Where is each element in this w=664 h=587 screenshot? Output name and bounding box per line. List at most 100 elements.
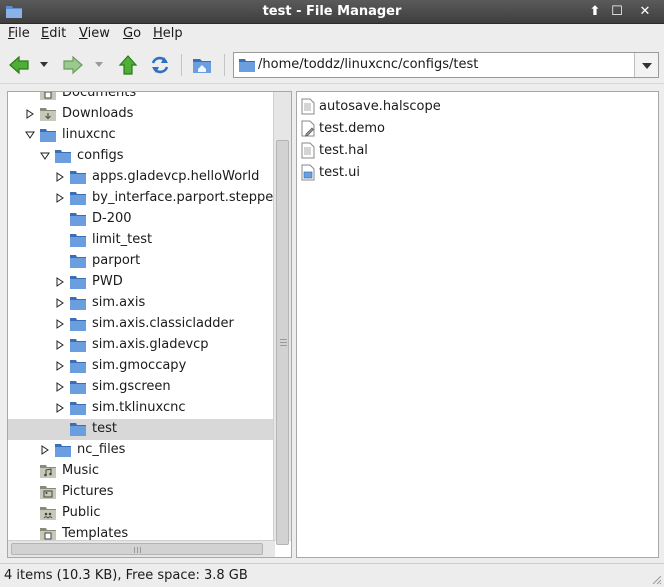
file-list[interactable]: autosave.halscope test.demo test.hal test.u… — [296, 91, 659, 558]
menu-bar: File Edit View Go Help — [0, 24, 664, 46]
toolbar-separator — [224, 54, 225, 76]
file-name: test.demo — [319, 121, 385, 136]
tree-item[interactable]: D-200 — [8, 209, 274, 230]
tree-item[interactable]: sim.axis.gladevcp — [8, 335, 274, 356]
tree-item[interactable]: sim.axis — [8, 293, 274, 314]
tree-item[interactable]: sim.axis.classicladder — [8, 314, 274, 335]
tree-item[interactable]: Public — [8, 503, 274, 524]
back-arrow-icon[interactable] — [8, 54, 30, 76]
documents-folder-icon — [40, 92, 56, 100]
collapsed-arrow-icon[interactable] — [40, 445, 50, 455]
tree-item-label: Pictures — [62, 484, 114, 499]
maximize-button[interactable]: ☐ — [608, 3, 626, 21]
title-bar: test - File Manager ⬆ ☐ ✕ — [0, 0, 664, 24]
menu-file[interactable]: File — [8, 26, 30, 41]
menu-go[interactable]: Go — [123, 26, 141, 41]
folder-icon — [70, 191, 86, 205]
tree-item-label: parport — [92, 253, 141, 268]
home-folder-icon[interactable] — [191, 54, 213, 76]
tree-item[interactable]: apps.gladevcp.helloWorld — [8, 167, 274, 188]
tree-item-label: test — [92, 421, 117, 436]
tree-item-label: apps.gladevcp.helloWorld — [92, 169, 260, 184]
forward-arrow-icon[interactable] — [62, 54, 84, 76]
collapsed-arrow-icon[interactable] — [55, 193, 65, 203]
public-folder-icon — [40, 506, 56, 520]
text-file-icon — [301, 142, 315, 159]
collapsed-arrow-icon[interactable] — [55, 277, 65, 287]
window-up-button[interactable]: ⬆ — [586, 3, 604, 21]
tree-item-label: Music — [62, 463, 99, 478]
tree-item[interactable]: by_interface.parport.stepper — [8, 188, 279, 209]
expanded-arrow-icon[interactable] — [40, 151, 50, 161]
location-bar[interactable]: /home/toddz/linuxcnc/configs/test — [233, 52, 659, 78]
window-title: test - File Manager — [262, 4, 402, 19]
tree-item[interactable]: PWD — [8, 272, 274, 293]
tree-item-label: sim.gmoccapy — [92, 358, 187, 373]
collapsed-arrow-icon[interactable] — [55, 172, 65, 182]
collapsed-arrow-icon[interactable] — [55, 403, 65, 413]
up-arrow-icon[interactable] — [117, 54, 139, 76]
menu-view[interactable]: View — [79, 26, 110, 41]
tree-item[interactable]: nc_files — [8, 440, 274, 461]
tree-item-label: sim.axis.gladevcp — [92, 337, 209, 352]
music-folder-icon — [40, 464, 56, 478]
tree-item[interactable]: linuxcnc — [8, 125, 274, 146]
tree-item[interactable]: Documents — [8, 91, 274, 104]
folder-icon — [70, 317, 86, 331]
folder-icon — [70, 422, 86, 436]
pictures-folder-icon — [40, 485, 56, 499]
tree-item-label: nc_files — [77, 442, 126, 457]
forward-history-dropdown[interactable] — [95, 62, 103, 67]
tree-vertical-scrollbar[interactable] — [273, 92, 291, 545]
tree-item[interactable]: sim.gscreen — [8, 377, 274, 398]
pane-splitter[interactable] — [293, 91, 295, 558]
folder-icon — [55, 149, 71, 163]
tree-item[interactable]: Music — [8, 461, 274, 482]
folder-icon — [70, 338, 86, 352]
tree-item[interactable]: limit_test — [8, 230, 274, 251]
collapsed-arrow-icon[interactable] — [25, 109, 35, 119]
tree-item-label: Templates — [62, 526, 129, 541]
collapsed-arrow-icon[interactable] — [55, 382, 65, 392]
tree-item-label: Documents — [62, 91, 137, 100]
tree-horizontal-scrollbar[interactable] — [8, 540, 275, 557]
tree-item[interactable]: sim.gmoccapy — [8, 356, 274, 377]
refresh-icon[interactable] — [149, 54, 171, 76]
file-item[interactable]: autosave.halscope — [301, 96, 641, 118]
menu-help[interactable]: Help — [153, 26, 183, 41]
collapsed-arrow-icon[interactable] — [55, 298, 65, 308]
tree-item[interactable]: configs — [8, 146, 274, 167]
file-item[interactable]: test.hal — [301, 140, 641, 162]
menu-edit[interactable]: Edit — [41, 26, 66, 41]
text-file-icon — [301, 98, 315, 115]
expanded-arrow-icon[interactable] — [25, 130, 35, 140]
scrollbar-thumb[interactable] — [11, 543, 263, 555]
file-item[interactable]: test.demo — [301, 118, 641, 140]
scrollbar-thumb[interactable] — [276, 140, 289, 545]
tree-item[interactable]: parport — [8, 251, 274, 272]
tree-item[interactable]: sim.tklinuxcnc — [8, 398, 274, 419]
collapsed-arrow-icon[interactable] — [55, 340, 65, 350]
tree-item-label: sim.axis.classicladder — [92, 316, 234, 331]
script-file-icon — [301, 120, 315, 137]
tree-item-label: D-200 — [92, 211, 132, 226]
tree-item-label: Downloads — [62, 106, 134, 121]
tree-item-label: configs — [77, 148, 124, 163]
file-item[interactable]: test.ui — [301, 162, 641, 184]
collapsed-arrow-icon[interactable] — [55, 319, 65, 329]
tree-item[interactable]: Downloads — [8, 104, 274, 125]
folder-icon — [70, 170, 86, 184]
back-history-dropdown[interactable] — [40, 62, 48, 67]
location-path[interactable]: /home/toddz/linuxcnc/configs/test — [258, 57, 478, 72]
tree-item-label: sim.gscreen — [92, 379, 171, 394]
folder-tree[interactable]: Documents Downloads linuxcnc configs apps.gl… — [7, 91, 292, 558]
folder-icon — [70, 275, 86, 289]
tree-item[interactable]: test — [8, 419, 274, 440]
close-button[interactable]: ✕ — [636, 3, 654, 21]
collapsed-arrow-icon[interactable] — [55, 361, 65, 371]
tree-item[interactable]: Pictures — [8, 482, 274, 503]
chevron-down-icon[interactable] — [634, 53, 658, 77]
tree-item-label: linuxcnc — [62, 127, 116, 142]
resize-grip-icon[interactable] — [650, 573, 662, 585]
folder-icon — [239, 59, 255, 72]
